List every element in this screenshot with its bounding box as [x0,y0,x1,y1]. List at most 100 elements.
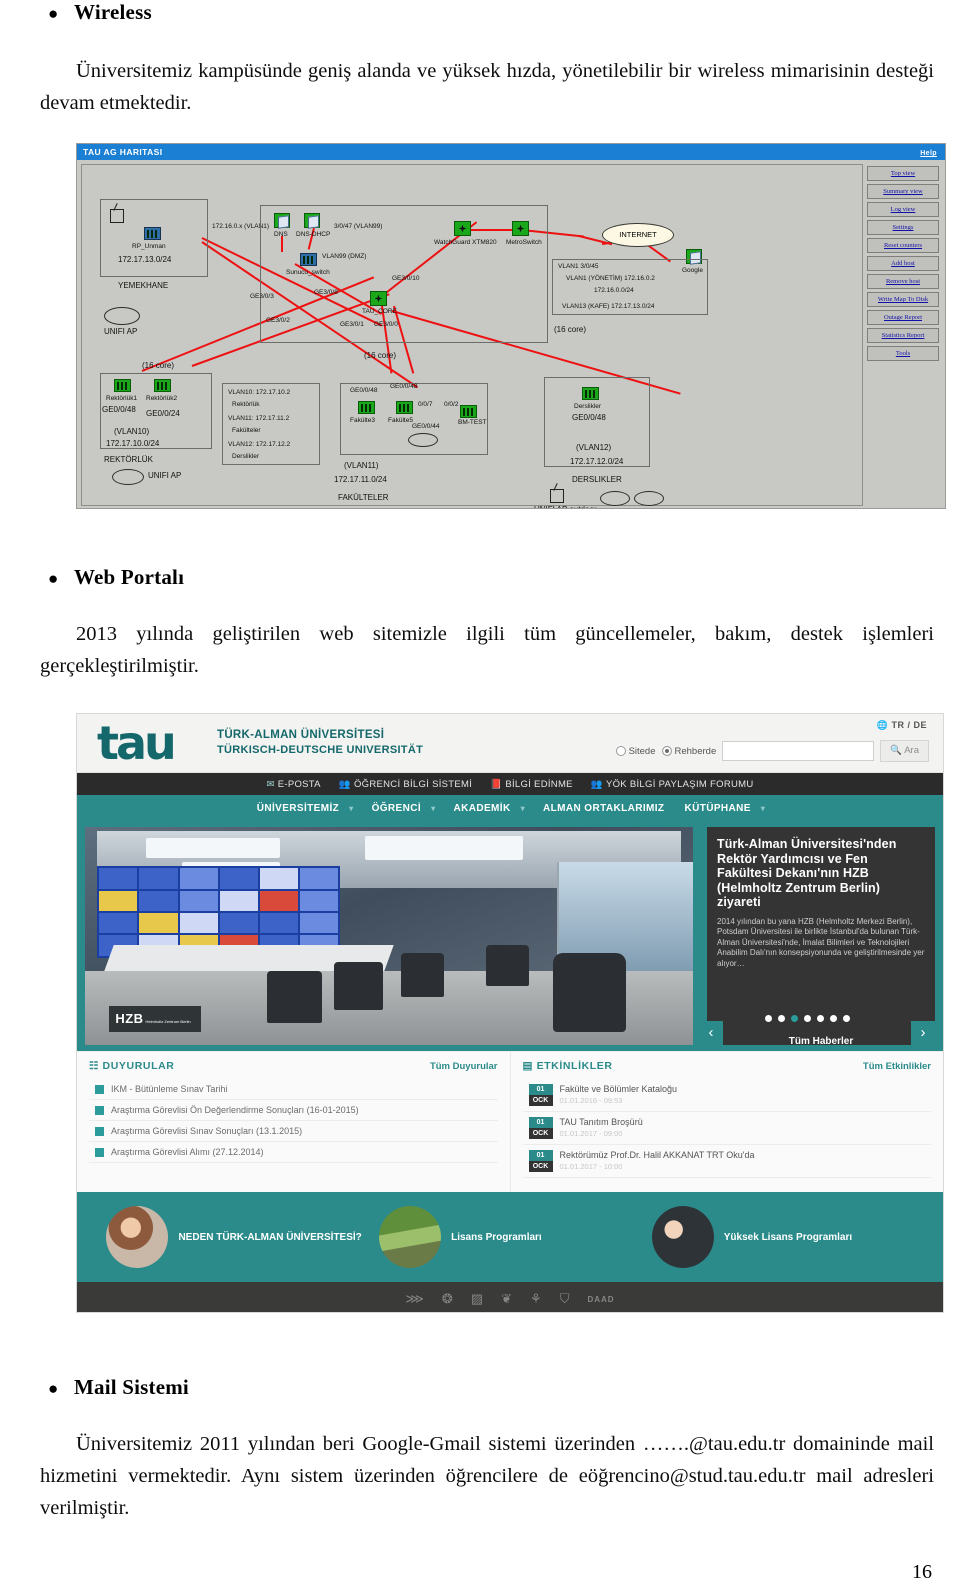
network-map-titlebar: TAU AG HARITASI Help [77,144,945,160]
carousel-dot[interactable] [803,1015,811,1022]
map-button-log-view[interactable]: Log view [867,202,939,217]
search-scope-site[interactable]: Sitede [615,745,656,757]
map-button-summary-view[interactable]: Summary view [867,184,939,199]
bullet-square-icon [95,1148,104,1157]
node-dns-icon[interactable] [274,213,290,228]
label-vlantbl-3b: Derslikler [232,453,260,460]
node-metroswitch-label: MetroSwitch [506,239,542,246]
map-button-outage-report[interactable]: Outage Report [867,310,939,325]
language-switcher[interactable]: 🌐 TR / DE [877,720,927,731]
search-scope-directory[interactable]: Rehberde [661,745,716,757]
portal-main-nav: ÜNİVERSİTEMİZ ▾ ÖĞRENCİ ▾ AKADEMİK ▾ ALMAN … [77,795,943,821]
event-title: Rektörümüz Prof.Dr. Halil AKKANAT TRT Ok… [559,1150,755,1160]
hero-photo[interactable]: HZB Helmholtz Zentrum Berlin [85,827,693,1045]
node-rektorluk2-icon[interactable] [154,379,171,392]
label-fak-p5: GE0/0/44 [412,423,440,430]
carousel-dot[interactable] [829,1015,837,1022]
promo-image [106,1206,169,1268]
partner-logo-1-icon[interactable]: ⋙ [405,1291,424,1307]
map-button-top-view[interactable]: Top view [867,166,939,181]
node-rp-unman-icon[interactable] [144,227,161,240]
node-watchguard-icon[interactable] [454,221,471,236]
map-button-add-host[interactable]: Add host [867,256,939,271]
carousel-dot[interactable] [764,1015,772,1022]
partner-logo-5-icon[interactable]: ⚘ [530,1291,542,1307]
search-input[interactable] [722,741,875,761]
carousel-dot[interactable] [816,1015,824,1022]
tau-logo[interactable]: tau [97,720,227,766]
map-button-statistics-report[interactable]: Statistics Report [867,328,939,343]
node-tau-core-icon[interactable] [370,291,387,306]
all-events-link[interactable]: Tüm Etkinlikler [863,1061,931,1072]
announcement-item[interactable]: Araştırma Görevlisi Sınav Sonuçları (13.… [89,1121,498,1142]
chevron-down-icon[interactable]: ▾ [349,804,361,813]
nav-item-akademik[interactable]: AKADEMİK [443,803,520,814]
quick-link-bilgi-edinme[interactable]: 📕 BİLGİ EDİNME [490,779,573,790]
ap-icon [110,209,124,223]
events-header: ▤ ETKİNLİKLER Tüm Etkinlikler [523,1060,932,1072]
node-metroswitch-icon[interactable] [512,221,529,236]
all-announcements-link[interactable]: Tüm Duyurular [430,1061,498,1072]
node-fakulte5-icon[interactable] [396,401,413,414]
help-link[interactable]: Help [920,146,937,162]
node-bm-test-icon[interactable] [460,405,477,418]
partner-logo-3-icon[interactable]: ▨ [471,1291,483,1307]
announcement-item[interactable]: Araştırma Görevlisi Alımı (27.12.2014) [89,1142,498,1163]
node-derslikler-icon[interactable] [582,387,599,400]
quick-links-bar: ✉ E-POSTA 👥 ÖĞRENCİ BİLGİ SİSTEMİ 📕 BİLGİ E… [77,773,943,795]
event-date-badge: 01 OCK [528,1084,553,1106]
chevron-down-icon[interactable]: ▾ [761,804,773,813]
event-item[interactable]: 01 OCK Rektörümüz Prof.Dr. Halil AKKANAT… [522,1145,931,1178]
partner-logo-4-icon[interactable]: ❦ [501,1291,512,1307]
nav-item-kutuphane[interactable]: KÜTÜPHANE [674,803,760,814]
map-button-write-map-to-disk[interactable]: Write Map To Disk [867,292,939,307]
quick-link-ogrenci-bilgi-sistemi[interactable]: 👥 ÖĞRENCİ BİLGİ SİSTEMİ [339,779,472,790]
partner-logo-2-icon[interactable]: ❂ [442,1291,453,1307]
map-button-tools[interactable]: Tools [867,346,939,361]
map-button-settings[interactable]: Settings [867,220,939,235]
event-item[interactable]: 01 OCK Fakülte ve Bölümler Kataloğu 01.0… [522,1079,931,1112]
partner-logo-daad[interactable]: DAAD [587,1295,614,1304]
partner-logo-6-icon[interactable]: ⛉ [560,1291,570,1307]
node-dns-dhcp-icon[interactable] [304,213,320,228]
university-names: TÜRK‑ALMAN ÜNİVERSİTESİ TÜRKISCH‑DEUTSCH… [217,728,423,758]
event-title: TAU Tanıtım Broşürü [559,1117,643,1127]
carousel-dot[interactable] [842,1015,850,1022]
radio-site[interactable] [615,745,626,756]
quick-link-yok-forumu[interactable]: 👥 YÖK BİLGİ PAYLAŞIM FORUMU [591,779,754,790]
announcement-item[interactable]: Araştırma Görevlisi Ön Değerlendirme Son… [89,1100,498,1121]
promo-card-lisans[interactable]: Lisans Programları [379,1206,641,1268]
carousel-dot[interactable] [777,1015,785,1022]
map-button-remove-host[interactable]: Remove host [867,274,939,289]
search-button-label: Ara [904,745,919,756]
event-item[interactable]: 01 OCK TAU Tanıtım Broşürü 01.01.2017 - … [522,1112,931,1145]
quick-link-e-posta[interactable]: ✉ E-POSTA [266,779,320,790]
map-button-reset-counters[interactable]: Reset counters [867,238,939,253]
photo-chair [401,953,444,998]
hero-body: 2014 yılından bu yana HZB (Helmholtz Mer… [717,916,925,968]
all-news-link[interactable]: Tüm Haberler [707,1036,935,1047]
node-sunucu-switch-icon[interactable] [300,253,317,266]
node-fakulte3-icon[interactable] [358,401,375,414]
radio-directory[interactable] [661,745,672,756]
promo-title: Yüksek Lisans Programları [723,1231,853,1243]
promo-card-yuksek-lisans[interactable]: Yüksek Lisans Programları [651,1206,914,1268]
announcement-item[interactable]: IKM - Bütünleme Sınav Tarihi [89,1079,498,1100]
chevron-down-icon[interactable]: ▾ [431,804,443,813]
label-vlan99-dmz: VLAN99 (DMZ) [322,253,367,260]
label-vlanbox-l3: 172.16.0.0/24 [594,287,634,294]
heading-web-portali: ● Web Portalı [48,565,184,590]
nav-item-ogrenci[interactable]: ÖĞRENCİ [362,803,431,814]
carousel-dot-active[interactable] [790,1015,798,1022]
event-datetime: 01.01.2016 - 09:53 [559,1096,623,1105]
nav-item-alman-ortaklarimiz[interactable]: ALMAN ORTAKLARIMIZ [533,803,674,814]
nav-item-universitemiz[interactable]: ÜNİVERSİTEMİZ [247,803,349,814]
label-rektor-zone: REKTÖRLÜK [104,455,153,464]
node-internet-cloud[interactable]: INTERNET [602,223,674,247]
label-rektor-ap: UNIFI AP [148,471,182,480]
promo-card-neden-tau[interactable]: NEDEN TÜRK-ALMAN ÜNİVERSİTESİ? [106,1206,368,1268]
search-button[interactable]: 🔍 Ara [880,740,929,762]
node-rektorluk1-icon[interactable] [114,379,131,392]
network-map-canvas[interactable]: RP_Unman 172.17.13.0/24 YEMEKHANE UNIFI … [81,164,863,508]
chevron-down-icon[interactable]: ▾ [521,804,533,813]
